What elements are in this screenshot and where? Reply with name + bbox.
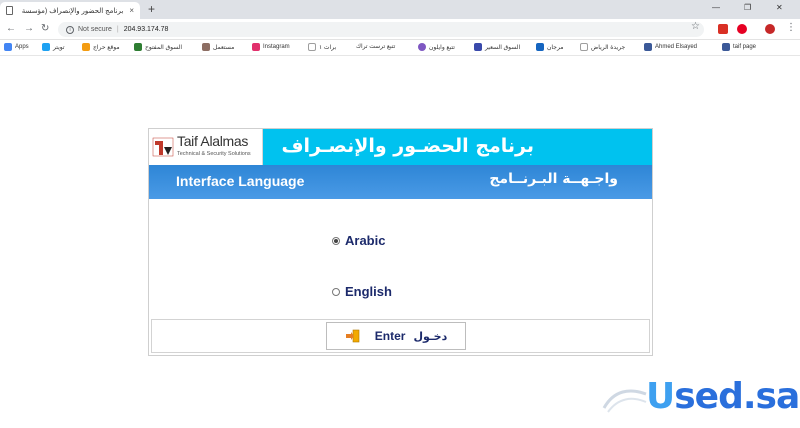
bookmark-star-icon[interactable]: ☆ — [691, 21, 700, 32]
browser-toolbar: ← → ↻ i Not secure | 204.93.174.78 ☆ ⋮ — [0, 19, 800, 40]
apps-grid-icon — [4, 43, 12, 51]
page-icon — [580, 43, 588, 51]
extension-icon[interactable] — [718, 24, 728, 34]
address-separator: | — [116, 26, 119, 33]
bookmark-brat[interactable]: برات ١ — [308, 43, 336, 51]
back-icon[interactable]: ← — [6, 23, 16, 35]
watermark-swoosh-icon — [602, 389, 647, 413]
souq-icon — [474, 43, 482, 51]
radio-english[interactable] — [332, 287, 340, 296]
language-option-english[interactable]: English — [332, 284, 392, 299]
enter-label: Enter — [374, 329, 406, 343]
enter-label-ar: دخـول — [413, 329, 448, 343]
app-title: برنامج الحضـور والإنصـراف — [281, 135, 534, 157]
bookmark-mustamal[interactable]: مستعمل — [202, 43, 234, 51]
close-window-icon[interactable]: ✕ — [776, 3, 783, 12]
bookmark-instagram[interactable]: Instagram — [252, 43, 290, 51]
bookmark-marjan[interactable]: مرجان — [536, 43, 563, 51]
bookmark-open-souq[interactable]: السوق المفتوح — [134, 43, 182, 51]
forward-icon[interactable]: → — [24, 23, 34, 35]
page-icon — [308, 43, 316, 51]
page-icon — [6, 6, 13, 15]
logo-mark-icon — [152, 137, 174, 157]
minimize-icon[interactable]: — — [712, 3, 720, 12]
address-url: 204.93.174.78 — [123, 26, 169, 33]
security-label: Not secure — [78, 26, 112, 33]
panel-footer: Enter دخـول — [151, 319, 650, 353]
instagram-icon — [252, 43, 260, 51]
app-header: Taif Alalmas Technical & Security Soluti… — [149, 129, 652, 165]
twitter-icon — [42, 43, 50, 51]
bookmark-twitter[interactable]: تويتر — [42, 43, 65, 51]
bookmark-taif-page[interactable]: taif page — [722, 43, 756, 51]
wylon-icon — [418, 43, 426, 51]
logo-name: Taif Alalmas — [177, 133, 249, 149]
language-header: Interface Language واجـهــة البـرنــامج — [149, 165, 652, 199]
reload-icon[interactable]: ↻ — [41, 23, 49, 35]
watermark-text: Used.sa — [646, 376, 800, 417]
address-bar[interactable]: i Not secure | 204.93.174.78 — [58, 22, 704, 37]
profile-avatar[interactable] — [765, 24, 775, 34]
bookmark-apps[interactable]: Apps — [4, 43, 29, 51]
company-logo: Taif Alalmas Technical & Security Soluti… — [149, 129, 263, 165]
bookmark-trust-track[interactable]: تتبع ترست تراك — [356, 43, 395, 50]
language-panel: Taif Alalmas Technical & Security Soluti… — [148, 128, 653, 356]
watermark-logo: Used.sa — [600, 376, 800, 420]
radio-label-english: English — [345, 284, 392, 299]
pinterest-icon[interactable] — [737, 24, 747, 34]
browser-tab[interactable]: برنامج الحضور والإنصراف (مؤسسة × — [0, 2, 140, 19]
new-tab-button[interactable]: + — [148, 2, 155, 16]
bookmark-haraj[interactable]: موقع حراج — [82, 43, 120, 51]
enter-button[interactable]: Enter دخـول — [326, 322, 466, 350]
menu-dots-icon[interactable]: ⋮ — [786, 22, 796, 34]
bookmark-ahmed-elsayed[interactable]: Ahmed Elsayed — [644, 43, 697, 51]
facebook-icon — [644, 43, 652, 51]
language-option-arabic[interactable]: Arabic — [332, 233, 385, 248]
info-icon[interactable]: i — [66, 25, 74, 34]
marjan-icon — [536, 43, 544, 51]
interface-language-label: Interface Language — [176, 173, 305, 189]
tab-strip: برنامج الحضور والإنصراف (مؤسسة × + — ❐ ✕ — [0, 0, 800, 19]
tab-close-icon[interactable]: × — [129, 6, 134, 15]
opensouq-icon — [134, 43, 142, 51]
bookmark-riyadh-news[interactable]: جريدة الرياض — [580, 43, 625, 51]
bookmark-wylon[interactable]: تتبع وايلون — [418, 43, 455, 51]
login-door-icon — [345, 329, 360, 343]
haraj-icon — [82, 43, 90, 51]
bookmark-souq-alsaeer[interactable]: السوق السعير — [474, 43, 520, 51]
maximize-icon[interactable]: ❐ — [744, 3, 751, 12]
facebook-icon — [722, 43, 730, 51]
mustamal-icon — [202, 43, 210, 51]
tab-title: برنامج الحضور والإنصراف (مؤسسة — [21, 7, 124, 15]
radio-label-arabic: Arabic — [345, 233, 386, 248]
logo-subtitle: Technical & Security Solutions — [177, 151, 251, 157]
interface-language-label-ar: واجـهــة البـرنــامج — [489, 171, 618, 187]
bookmarks-bar: Apps تويتر موقع حراج السوق المفتوح مستعم… — [0, 40, 800, 56]
radio-arabic[interactable] — [332, 236, 340, 245]
